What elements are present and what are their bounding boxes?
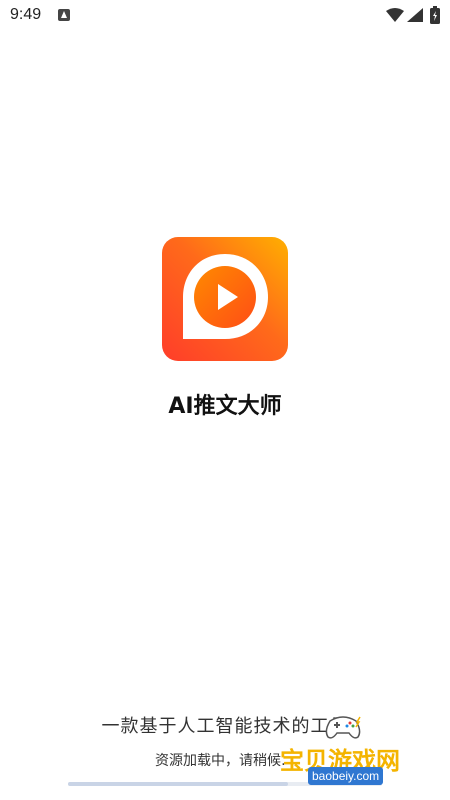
loading-progress-fill xyxy=(68,782,288,786)
app-logo-icon xyxy=(162,237,288,361)
status-bar: 9:49 xyxy=(0,0,450,32)
cell-signal-icon xyxy=(407,8,423,22)
android-notification-icon xyxy=(58,9,70,21)
wifi-icon xyxy=(386,8,404,22)
battery-icon xyxy=(430,6,440,24)
watermark-logo: 宝贝游戏网 baobeiy.com xyxy=(280,705,420,795)
game-controller-icon xyxy=(325,716,361,739)
status-time: 9:49 xyxy=(10,6,42,23)
app-name: AI推文大师 xyxy=(168,394,282,419)
watermark-url: baobeiy.com xyxy=(308,767,384,785)
